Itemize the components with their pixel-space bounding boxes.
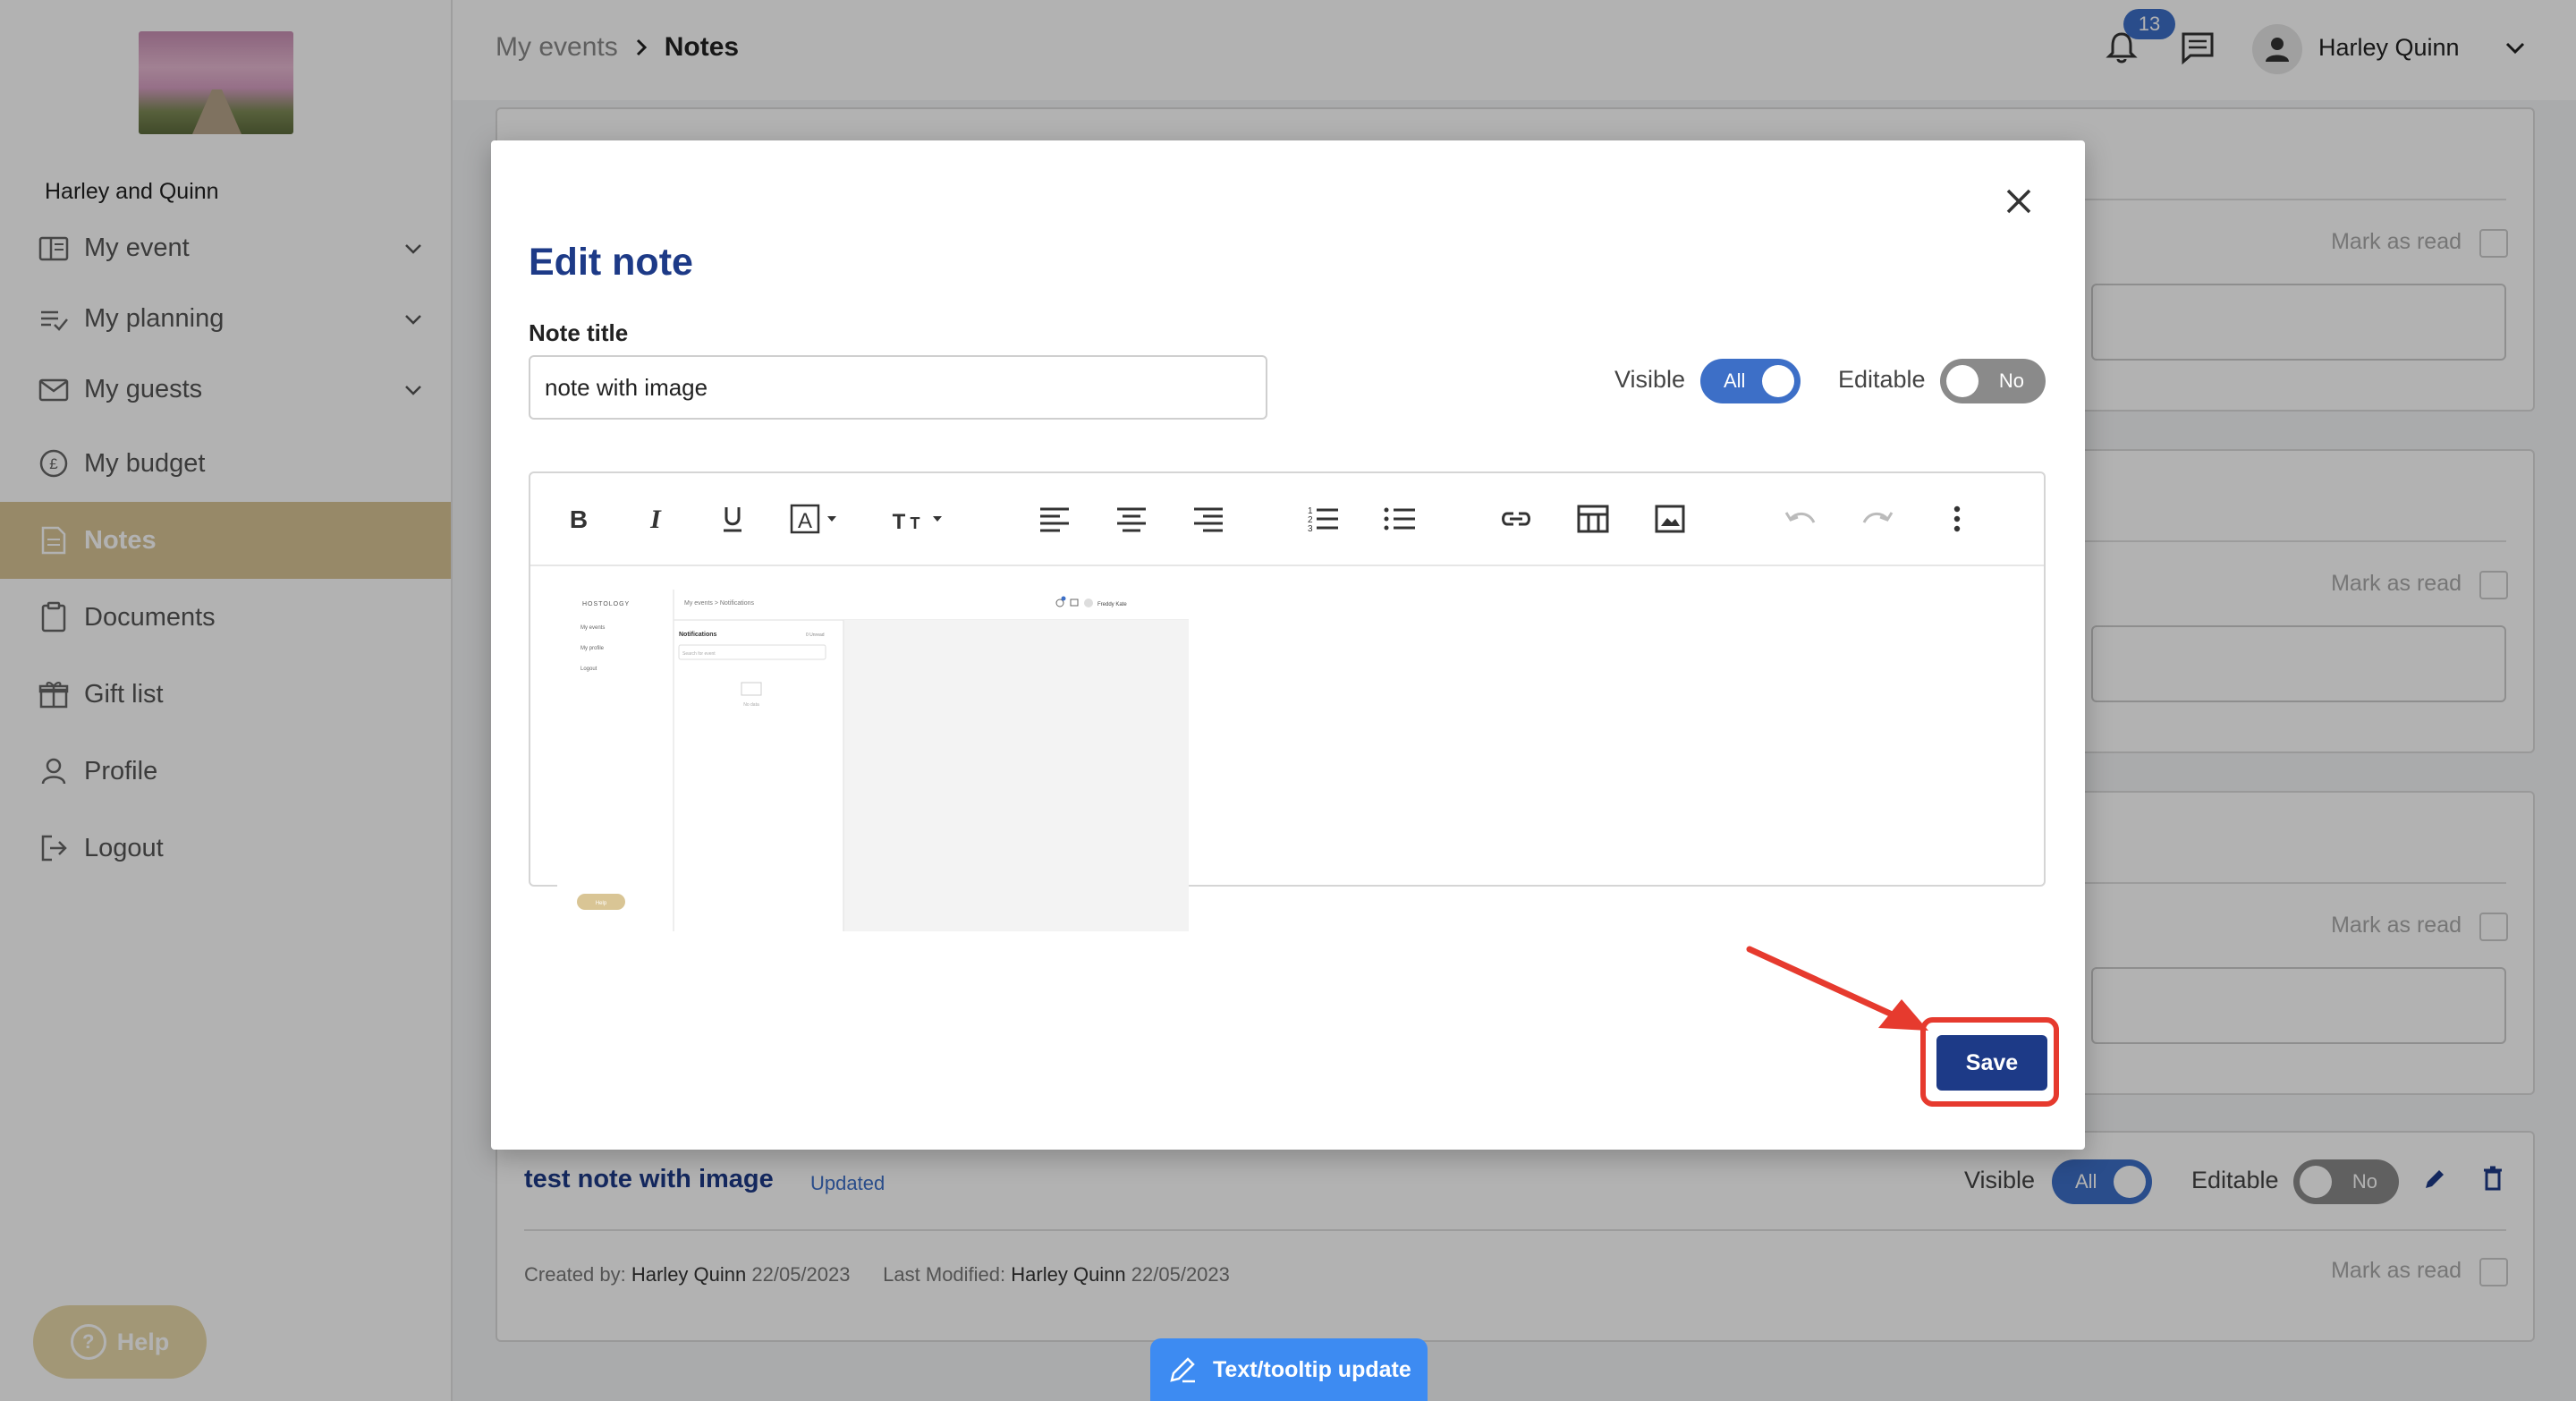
feedback-tab-label: Text/tooltip update	[1213, 1356, 1411, 1382]
arrow-annotation-icon	[1746, 946, 1928, 1031]
note-title-label: Note title	[529, 319, 629, 346]
editable-label: Editable	[1838, 366, 1926, 393]
modal-title: Edit note	[529, 241, 693, 284]
toggle-value: No	[1998, 369, 2024, 392]
embedded-menu-1: My events	[580, 625, 605, 631]
embedded-empty: No data	[743, 702, 759, 708]
svg-text:3: 3	[1308, 524, 1313, 533]
close-icon[interactable]	[2003, 185, 2035, 217]
svg-text:A: A	[798, 509, 812, 533]
italic-icon[interactable]: I	[640, 500, 672, 538]
align-right-icon[interactable]	[1191, 500, 1226, 538]
embedded-menu-2: My profile	[580, 646, 605, 651]
redo-icon[interactable]	[1860, 500, 1895, 538]
underline-icon[interactable]	[716, 500, 749, 538]
embedded-panel-title: Notifications	[679, 632, 716, 638]
svg-text:I: I	[649, 505, 662, 532]
embedded-breadcrumb: My events > Notifications	[684, 600, 755, 607]
embedded-brand: HOSTOLOGY	[582, 601, 630, 607]
note-title-input[interactable]	[529, 355, 1267, 420]
feedback-tab[interactable]: Text/tooltip update	[1150, 1338, 1428, 1401]
bold-icon[interactable]: B	[563, 500, 595, 538]
table-icon[interactable]	[1575, 500, 1611, 538]
editor-toolbar: B I A TT 123	[530, 473, 2044, 566]
embedded-user: Freddy Kate	[1097, 602, 1127, 607]
embedded-menu-3: Logout	[580, 667, 597, 672]
font-color-icon[interactable]: A	[790, 500, 843, 538]
svg-text:B: B	[570, 505, 588, 532]
visible-label: Visible	[1614, 366, 1686, 393]
embedded-help: Help	[596, 901, 607, 906]
align-left-icon[interactable]	[1037, 500, 1072, 538]
image-icon[interactable]	[1652, 500, 1688, 538]
embedded-image[interactable]: HOSTOLOGY My events > Notifications Fred…	[557, 590, 1189, 931]
undo-icon[interactable]	[1783, 500, 1818, 538]
pencil-icon	[1170, 1357, 1195, 1383]
embedded-search: Search for event	[682, 651, 716, 657]
link-icon[interactable]	[1496, 500, 1536, 538]
more-icon[interactable]	[1944, 500, 1970, 538]
toggle-value: All	[1724, 369, 1746, 392]
rich-text-editor[interactable]: B I A TT 123 HOSTOLOGY My events > Notif…	[529, 471, 2046, 931]
editable-toggle[interactable]: No	[1940, 359, 2046, 403]
numbered-list-icon[interactable]: 123	[1305, 500, 1341, 538]
save-highlight-box	[1920, 1017, 2059, 1107]
align-center-icon[interactable]	[1114, 500, 1149, 538]
svg-text:T: T	[911, 514, 920, 532]
embedded-screenshot: HOSTOLOGY My events > Notifications Fred…	[557, 590, 1189, 931]
embedded-panel-action: 0 Unread	[806, 633, 825, 638]
font-size-icon[interactable]: TT	[886, 500, 953, 538]
bullet-list-icon[interactable]	[1382, 500, 1418, 538]
svg-text:T: T	[893, 510, 906, 534]
visible-toggle[interactable]: All	[1700, 359, 1801, 403]
